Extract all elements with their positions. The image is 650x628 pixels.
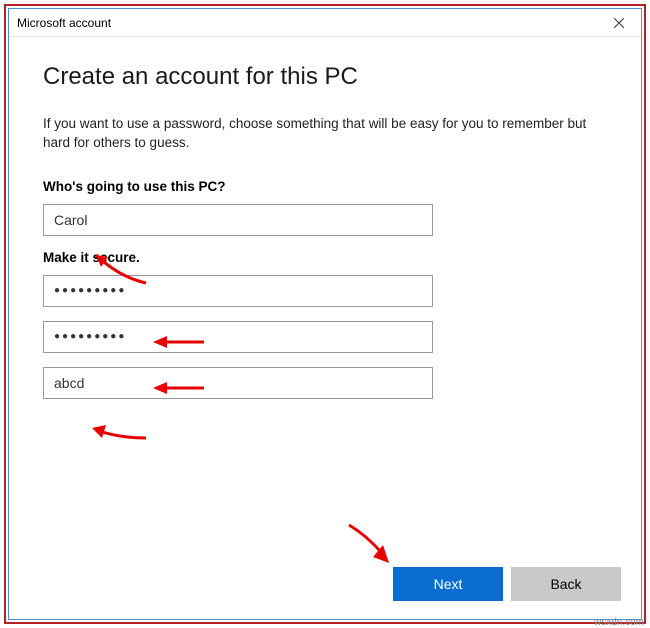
button-row: Next Back (393, 567, 621, 601)
username-input[interactable] (43, 204, 433, 236)
page-description: If you want to use a password, choose so… (43, 115, 607, 153)
back-button[interactable]: Back (511, 567, 621, 601)
confirm-password-input[interactable]: ●●●●●●●●● (43, 321, 433, 353)
titlebar: Microsoft account (9, 9, 641, 37)
window-title: Microsoft account (17, 16, 111, 30)
password-hint-input[interactable] (43, 367, 433, 399)
dialog-content: Create an account for this PC If you wan… (9, 37, 641, 619)
next-button[interactable]: Next (393, 567, 503, 601)
username-section-label: Who's going to use this PC? (43, 179, 607, 194)
close-icon (614, 15, 624, 31)
secure-section-label: Make it secure. (43, 250, 607, 265)
annotation-arrow (84, 420, 154, 450)
password-input[interactable]: ●●●●●●●●● (43, 275, 433, 307)
close-button[interactable] (597, 9, 641, 37)
page-heading: Create an account for this PC (43, 63, 607, 91)
annotation-arrow (339, 517, 399, 567)
dialog-window: Microsoft account Create an account for … (8, 8, 642, 620)
watermark: wsxdn.com (594, 617, 644, 628)
